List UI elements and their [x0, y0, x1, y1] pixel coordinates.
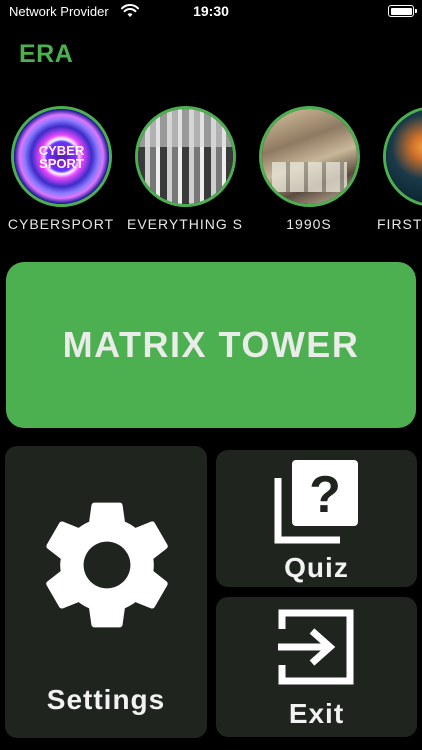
- battery-icon: [388, 5, 417, 17]
- computer-lab-image: [262, 109, 357, 204]
- group-photo-image: [138, 109, 233, 204]
- story-label: 1990S: [286, 216, 332, 232]
- quiz-button[interactable]: ? Quiz: [216, 450, 417, 587]
- story-thumbnail[interactable]: [383, 106, 422, 207]
- cybersport-image-text: CYBER SPORT: [38, 143, 85, 171]
- first-image: [386, 109, 422, 204]
- stories-carousel[interactable]: CYBER SPORT CYBERSPORT EVERYTHING S 1990S…: [0, 102, 422, 237]
- status-time: 19:30: [193, 3, 229, 19]
- status-bar: Network Provider 19:30: [0, 0, 422, 24]
- app-title: ERA: [19, 40, 74, 68]
- exit-arrow-icon: [278, 609, 354, 685]
- quiz-label: Quiz: [284, 552, 349, 583]
- cybersport-image: CYBER SPORT: [14, 109, 109, 204]
- exit-label: Exit: [288, 698, 345, 729]
- story-thumbnail[interactable]: CYBER SPORT: [11, 106, 112, 207]
- story-label: FIRST: [377, 216, 422, 232]
- story-thumbnail[interactable]: [135, 106, 236, 207]
- story-label: CYBERSPORT: [7, 216, 115, 232]
- matrix-tower-button[interactable]: MATRIX TOWER: [6, 262, 416, 428]
- settings-button[interactable]: Settings: [5, 446, 207, 738]
- settings-label: Settings: [46, 684, 166, 715]
- matrix-tower-label: MATRIX TOWER: [62, 324, 360, 365]
- exit-button[interactable]: Exit: [216, 597, 417, 737]
- story-thumbnail[interactable]: [259, 106, 360, 207]
- story-label: EVERYTHING S: [127, 216, 243, 232]
- svg-text:?: ?: [309, 466, 341, 524]
- question-stack-icon: ?: [274, 460, 358, 544]
- gear-icon: [46, 502, 168, 628]
